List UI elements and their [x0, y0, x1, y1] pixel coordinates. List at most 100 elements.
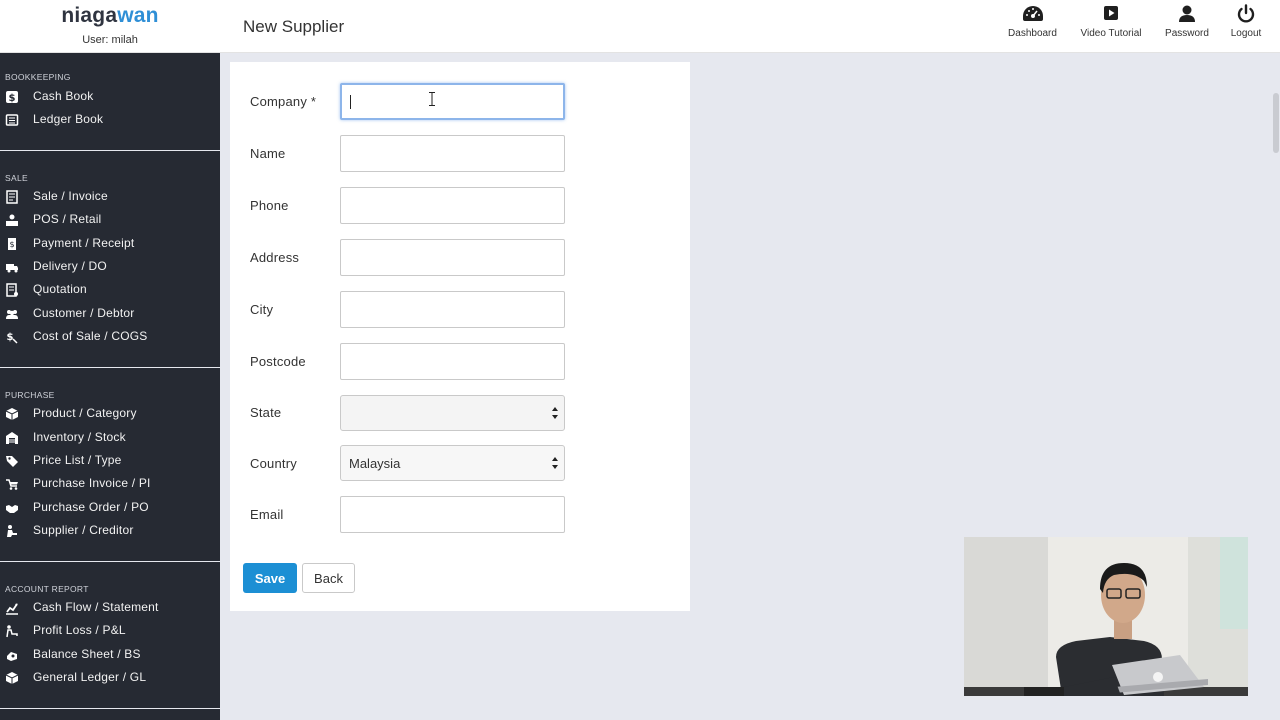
sidebar-item-label: General Ledger / GL	[33, 670, 147, 684]
name-label: Name	[250, 146, 286, 161]
company-field[interactable]	[340, 83, 565, 120]
country-select[interactable]: Malaysia	[340, 445, 565, 481]
sidebar-divider	[0, 561, 220, 562]
sidebar-item-cash-flow[interactable]: Cash Flow / Statement	[0, 597, 220, 619]
select-arrows-icon	[552, 407, 558, 419]
phone-label: Phone	[250, 198, 289, 213]
postcode-field[interactable]	[340, 343, 565, 380]
warehouse-icon	[6, 432, 18, 444]
sidebar-divider	[0, 708, 220, 709]
quotation-icon	[6, 283, 18, 297]
sidebar-item-supplier-creditor[interactable]: Supplier / Creditor	[0, 520, 220, 542]
email-field[interactable]	[340, 496, 565, 533]
tag-icon	[6, 456, 18, 467]
address-label: Address	[250, 250, 300, 265]
sidebar-item-inventory-stock[interactable]: Inventory / Stock	[0, 427, 220, 449]
sidebar-item-label: Cash Book	[33, 89, 94, 103]
state-select[interactable]	[340, 395, 565, 431]
sidebar-item-payment-receipt[interactable]: $ Payment / Receipt	[0, 233, 220, 255]
sidebar-item-profit-loss[interactable]: Profit Loss / P&L	[0, 620, 220, 642]
sidebar-item-customer-debtor[interactable]: Customer / Debtor	[0, 303, 220, 325]
scrollbar-thumb[interactable]	[1273, 93, 1279, 153]
truck-icon	[6, 264, 18, 273]
sidebar-item-sale-invoice[interactable]: Sale / Invoice	[0, 186, 220, 208]
logout-button[interactable]: Logout	[1225, 4, 1267, 39]
save-button[interactable]: Save	[243, 563, 297, 593]
ledger-icon	[5, 114, 19, 126]
handshake-icon	[6, 505, 18, 513]
select-arrows-icon	[552, 457, 558, 469]
sidebar-item-pos-retail[interactable]: POS / Retail	[0, 209, 220, 231]
country-label: Country	[250, 456, 297, 471]
sidebar-item-label: Customer / Debtor	[33, 306, 135, 320]
svg-text:$: $	[9, 240, 14, 249]
sidebar-item-purchase-order[interactable]: Purchase Order / PO	[0, 497, 220, 519]
sidebar-item-label: Purchase Invoice / PI	[33, 476, 151, 490]
address-field[interactable]	[340, 239, 565, 276]
box-icon	[5, 408, 19, 420]
sidebar-item-general-ledger[interactable]: General Ledger / GL	[0, 667, 220, 689]
current-user-label: User: milah	[82, 34, 138, 46]
sidebar-item-cost-of-sale[interactable]: $ Cost of Sale / COGS	[0, 326, 220, 348]
dashboard-label: Dashboard	[1008, 28, 1057, 39]
sidebar-item-delivery-do[interactable]: Delivery / DO	[0, 256, 220, 278]
text-cursor-icon	[429, 92, 435, 106]
back-button[interactable]: Back	[302, 563, 355, 593]
sidebar-item-label: Delivery / DO	[33, 259, 107, 273]
name-field[interactable]	[340, 135, 565, 172]
purchase-invoice-icon	[6, 479, 18, 490]
sidebar-heading-account-report: ACCOUNT REPORT	[5, 584, 89, 594]
email-label: Email	[250, 507, 284, 522]
sidebar-item-balance-sheet[interactable]: Balance Sheet / BS	[0, 644, 220, 666]
sidebar-item-quotation[interactable]: Quotation	[0, 279, 220, 301]
users-icon	[6, 310, 18, 319]
ledger-box-icon	[5, 672, 19, 684]
city-label: City	[250, 302, 274, 317]
cost-icon: $	[7, 332, 18, 344]
power-icon	[1237, 4, 1255, 23]
sidebar-heading-purchase: PURCHASE	[5, 390, 55, 400]
sidebar-item-product-category[interactable]: Product / Category	[0, 403, 220, 425]
country-selected-value: Malaysia	[349, 456, 401, 471]
dashboard-icon	[1022, 6, 1043, 21]
phone-field[interactable]	[340, 187, 565, 224]
postcode-label: Postcode	[250, 354, 306, 369]
company-label: Company *	[250, 94, 317, 109]
sidebar-item-ledger-book[interactable]: Ledger Book	[0, 109, 220, 131]
presenter-webcam-overlay	[964, 537, 1248, 696]
sidebar-item-price-list[interactable]: Price List / Type	[0, 450, 220, 472]
sidebar-item-label: Sale / Invoice	[33, 189, 108, 203]
password-button[interactable]: Password	[1162, 4, 1212, 39]
text-caret	[350, 95, 351, 109]
sidebar-item-label: Balance Sheet / BS	[33, 647, 141, 661]
balance-icon	[7, 652, 17, 661]
sidebar-item-purchase-invoice[interactable]: Purchase Invoice / PI	[0, 473, 220, 495]
company-field-wrap	[340, 83, 565, 120]
sidebar-heading-sale: SALE	[5, 173, 28, 183]
brand-name-part2: wan	[117, 4, 159, 27]
sidebar-divider	[0, 150, 220, 151]
sidebar-item-label: Purchase Order / PO	[33, 500, 149, 514]
city-field[interactable]	[340, 291, 565, 328]
sidebar-item-label: Quotation	[33, 282, 87, 296]
dashboard-button[interactable]: Dashboard	[1005, 4, 1060, 39]
sidebar-item-label: Payment / Receipt	[33, 236, 135, 250]
receipt-icon: $	[8, 238, 16, 250]
brand-name-part1: niaga	[61, 4, 118, 27]
page-title: New Supplier	[243, 17, 345, 36]
svg-text:$: $	[7, 332, 14, 343]
logout-label: Logout	[1230, 28, 1262, 39]
user-icon	[1179, 5, 1195, 22]
svg-text:$: $	[9, 93, 16, 104]
page-scrollbar[interactable]	[1272, 53, 1280, 720]
sidebar-item-cash-book[interactable]: $ Cash Book	[0, 86, 220, 108]
sidebar: BOOKKEEPING $ Cash Book Ledger Book SALE…	[0, 53, 220, 720]
sidebar-item-label: Supplier / Creditor	[33, 523, 134, 537]
top-bar: niagawan User: milah New Supplier Dashbo…	[0, 0, 1280, 53]
sidebar-divider	[0, 367, 220, 368]
brand-logo[interactable]: niagawan	[0, 4, 220, 28]
sidebar-item-label: Product / Category	[33, 406, 137, 420]
video-tutorial-button[interactable]: Video Tutorial	[1075, 4, 1147, 39]
invoice-icon	[6, 190, 18, 204]
dollar-icon: $	[6, 91, 18, 104]
